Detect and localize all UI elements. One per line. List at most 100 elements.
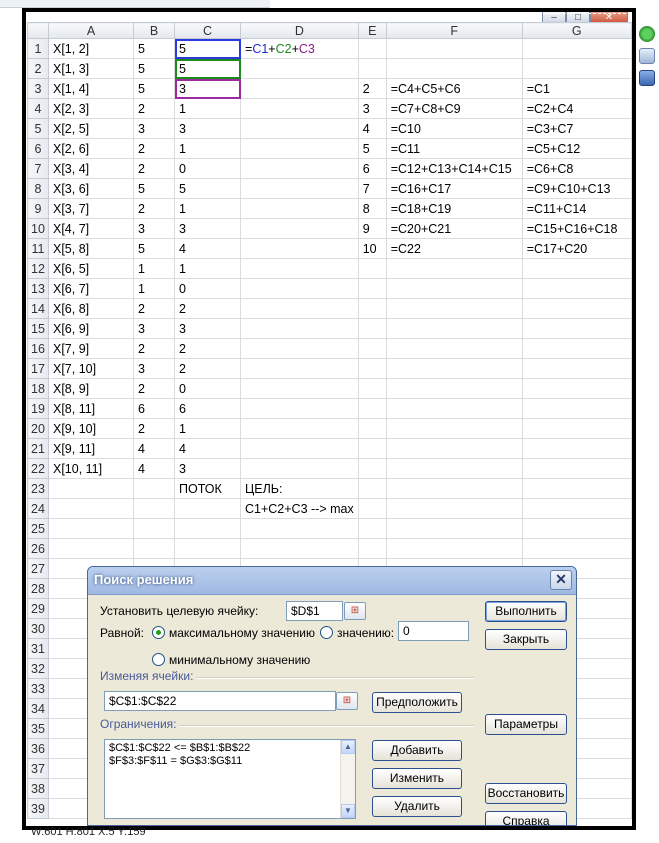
cell-f26[interactable]	[385, 538, 523, 559]
cell-g9[interactable]: =C11+C14	[521, 198, 632, 219]
row-header[interactable]: 14	[27, 298, 49, 319]
row-header[interactable]: 17	[27, 358, 49, 379]
cell-f2[interactable]	[385, 58, 523, 79]
cell-a13[interactable]: X[6, 7]	[48, 278, 134, 299]
cell-c25[interactable]	[174, 518, 241, 539]
guess-button[interactable]: Предположить	[372, 692, 462, 713]
cell-b9[interactable]: 2	[133, 198, 175, 219]
cell-c24[interactable]	[174, 498, 241, 519]
cell-b3[interactable]: 5	[133, 78, 175, 99]
cell-a10[interactable]: X[4, 7]	[48, 218, 134, 239]
cell-g16[interactable]	[521, 338, 632, 359]
cell-d19[interactable]	[240, 398, 359, 419]
row-header[interactable]: 2	[27, 58, 49, 79]
cell-f17[interactable]	[385, 358, 523, 379]
cell-d21[interactable]	[240, 438, 359, 459]
cell-g20[interactable]	[521, 418, 632, 439]
cell-d15[interactable]	[240, 318, 359, 339]
cell-f20[interactable]	[385, 418, 523, 439]
row-header[interactable]: 28	[27, 578, 49, 599]
cell-d11[interactable]	[240, 238, 359, 259]
cell-c6[interactable]: 1	[174, 138, 241, 159]
cell-g1[interactable]	[521, 38, 632, 59]
column-header-g[interactable]: G	[521, 22, 632, 39]
cell-d2[interactable]	[240, 58, 359, 79]
cell-d26[interactable]	[240, 538, 359, 559]
cell-f1[interactable]	[385, 38, 523, 59]
row-header[interactable]: 34	[27, 698, 49, 719]
cell-f12[interactable]	[385, 258, 523, 279]
cell-f24[interactable]	[385, 498, 523, 519]
column-header-d[interactable]: D	[240, 22, 359, 39]
cell-d14[interactable]	[240, 298, 359, 319]
row-header[interactable]: 37	[27, 758, 49, 779]
cell-a24[interactable]	[48, 498, 134, 519]
cell-g14[interactable]	[521, 298, 632, 319]
cell-c26[interactable]	[174, 538, 241, 559]
row-header[interactable]: 12	[27, 258, 49, 279]
cell-b1[interactable]: 5	[133, 38, 175, 59]
cell-a12[interactable]: X[6, 5]	[48, 258, 134, 279]
cell-g7[interactable]: =C6+C8	[521, 158, 632, 179]
cell-f19[interactable]	[385, 398, 523, 419]
cell-d12[interactable]	[240, 258, 359, 279]
cell-d5[interactable]	[240, 118, 359, 139]
cell-g6[interactable]: =C5+C12	[521, 138, 632, 159]
cell-a11[interactable]: X[5, 8]	[48, 238, 134, 259]
cell-c12[interactable]: 1	[174, 258, 241, 279]
cell-b13[interactable]: 1	[133, 278, 175, 299]
cell-b10[interactable]: 3	[133, 218, 175, 239]
cell-e16[interactable]	[357, 338, 387, 359]
cell-e26[interactable]	[357, 538, 387, 559]
cell-f3[interactable]: =C4+C5+C6	[385, 78, 523, 99]
cell-e3[interactable]: 2	[357, 78, 387, 99]
cell-a15[interactable]: X[6, 9]	[48, 318, 134, 339]
cell-e6[interactable]: 5	[357, 138, 387, 159]
changing-ref-icon[interactable]: ⊞	[336, 692, 358, 710]
cell-d8[interactable]	[240, 178, 359, 199]
cell-d23[interactable]: ЦЕЛЬ:	[240, 478, 359, 499]
cell-f22[interactable]	[385, 458, 523, 479]
constraints-scrollbar[interactable]: ▲ ▼	[340, 740, 355, 818]
cell-g23[interactable]	[521, 478, 632, 499]
column-header-f[interactable]: F	[385, 22, 523, 39]
close-icon[interactable]: ✕	[550, 570, 572, 590]
row-header[interactable]: 1	[27, 38, 49, 59]
cell-d16[interactable]	[240, 338, 359, 359]
options-button[interactable]: Параметры	[485, 714, 567, 735]
cell-b8[interactable]: 5	[133, 178, 175, 199]
cell-a3[interactable]: X[1, 4]	[48, 78, 134, 99]
cell-a16[interactable]: X[7, 9]	[48, 338, 134, 359]
cell-c8[interactable]: 5	[174, 178, 241, 199]
row-header[interactable]: 8	[27, 178, 49, 199]
cell-c15[interactable]: 3	[174, 318, 241, 339]
cell-c11[interactable]: 4	[174, 238, 241, 259]
cell-e25[interactable]	[357, 518, 387, 539]
cell-e14[interactable]	[357, 298, 387, 319]
cell-a5[interactable]: X[2, 5]	[48, 118, 134, 139]
cell-f7[interactable]: =C12+C13+C14+C15	[385, 158, 523, 179]
cell-b21[interactable]: 4	[133, 438, 175, 459]
constraint-item[interactable]: $F$3:$F$11 = $G$3:$G$11	[109, 755, 351, 768]
cell-b5[interactable]: 3	[133, 118, 175, 139]
cell-c9[interactable]: 1	[174, 198, 241, 219]
cell-e17[interactable]	[357, 358, 387, 379]
cell-f15[interactable]	[385, 318, 523, 339]
row-header[interactable]: 20	[27, 418, 49, 439]
row-header[interactable]: 23	[27, 478, 49, 499]
cell-b23[interactable]	[133, 478, 175, 499]
row-header[interactable]: 7	[27, 158, 49, 179]
cell-g21[interactable]	[521, 438, 632, 459]
constraints-list[interactable]: $C$1:$C$22 <= $B$1:$B$22 $F$3:$F$11 = $G…	[104, 739, 356, 819]
cell-g11[interactable]: =C17+C20	[521, 238, 632, 259]
row-header[interactable]: 16	[27, 338, 49, 359]
cell-d7[interactable]	[240, 158, 359, 179]
cell-e12[interactable]	[357, 258, 387, 279]
cell-f16[interactable]	[385, 338, 523, 359]
cell-d25[interactable]	[240, 518, 359, 539]
cell-a20[interactable]: X[9, 10]	[48, 418, 134, 439]
cell-c10[interactable]: 3	[174, 218, 241, 239]
cell-e5[interactable]: 4	[357, 118, 387, 139]
change-button[interactable]: Изменить	[372, 768, 462, 789]
cell-b12[interactable]: 1	[133, 258, 175, 279]
